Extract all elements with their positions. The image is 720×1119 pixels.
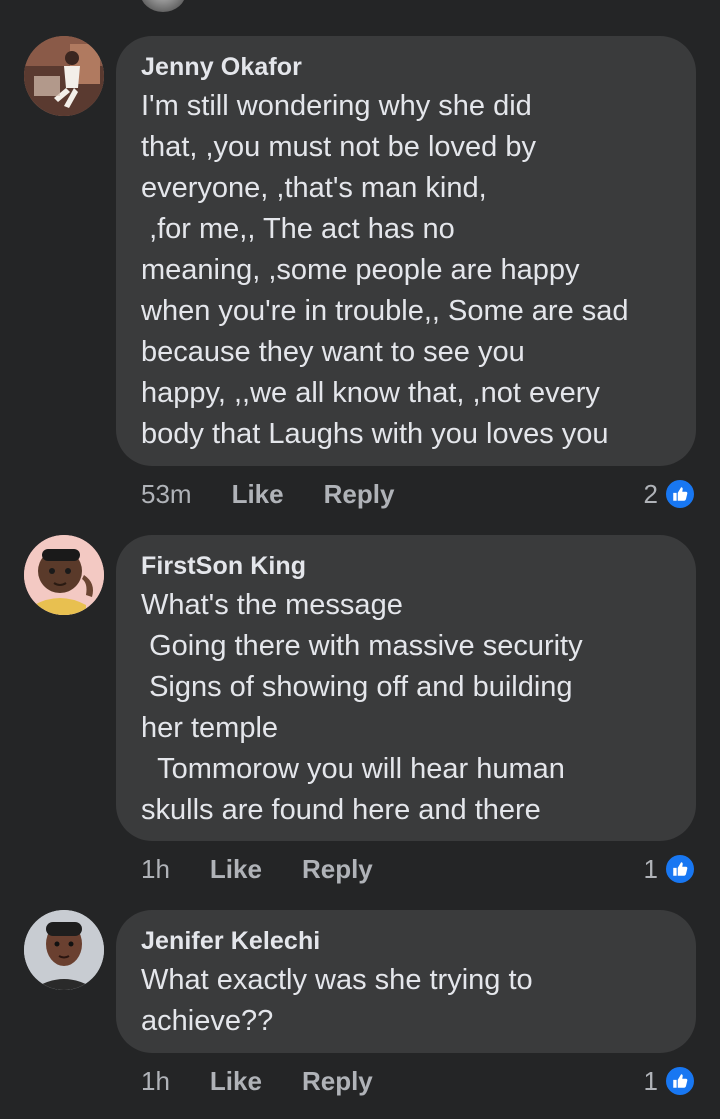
comment-author[interactable]: FirstSon King <box>141 551 672 581</box>
like-button[interactable]: Like <box>232 479 284 510</box>
reaction-summary[interactable]: 2 <box>644 474 696 514</box>
comment-text: What exactly was she trying to achieve?? <box>141 964 533 1037</box>
thumbs-up-icon <box>664 1065 696 1097</box>
comment-text: I'm still wondering why she did that, ,y… <box>141 90 629 450</box>
reaction-summary[interactable]: 1 <box>644 1061 696 1101</box>
comment-bubble[interactable]: Jenny Okafor I'm still wondering why she… <box>116 36 696 466</box>
reaction-count: 1 <box>643 853 658 884</box>
comment-timestamp[interactable]: 1h <box>141 1066 170 1097</box>
comment-timestamp[interactable]: 53m <box>141 479 192 510</box>
comment-bubble[interactable]: Jenifer Kelechi What exactly was she try… <box>116 910 696 1053</box>
like-button[interactable]: Like <box>210 854 262 885</box>
reply-button[interactable]: Reply <box>302 854 373 885</box>
avatar[interactable] <box>24 36 104 116</box>
comment-actions: 1h Like Reply <box>141 1061 413 1101</box>
comment-author[interactable]: Jenny Okafor <box>141 52 672 82</box>
comment-timestamp[interactable]: 1h <box>141 854 170 885</box>
avatar[interactable] <box>24 535 104 615</box>
comment-bubble[interactable]: FirstSon King What's the message Going t… <box>116 535 696 841</box>
reply-button[interactable]: Reply <box>302 1066 373 1097</box>
comment-text: What's the message Going there with mass… <box>141 589 583 826</box>
comment-actions: 53m Like Reply <box>141 474 434 514</box>
comments-thread: Jenny Okafor I'm still wondering why she… <box>0 0 720 1119</box>
comment-actions: 1h Like Reply <box>141 849 413 889</box>
comment-author[interactable]: Jenifer Kelechi <box>141 926 672 956</box>
reaction-summary[interactable]: 1 <box>644 849 696 889</box>
thumbs-up-icon <box>664 478 696 510</box>
like-button[interactable]: Like <box>210 1066 262 1097</box>
reaction-count: 2 <box>643 478 658 509</box>
reaction-count: 1 <box>643 1065 658 1096</box>
reply-button[interactable]: Reply <box>324 479 395 510</box>
avatar[interactable] <box>140 0 186 12</box>
avatar[interactable] <box>24 910 104 990</box>
thumbs-up-icon <box>664 853 696 885</box>
